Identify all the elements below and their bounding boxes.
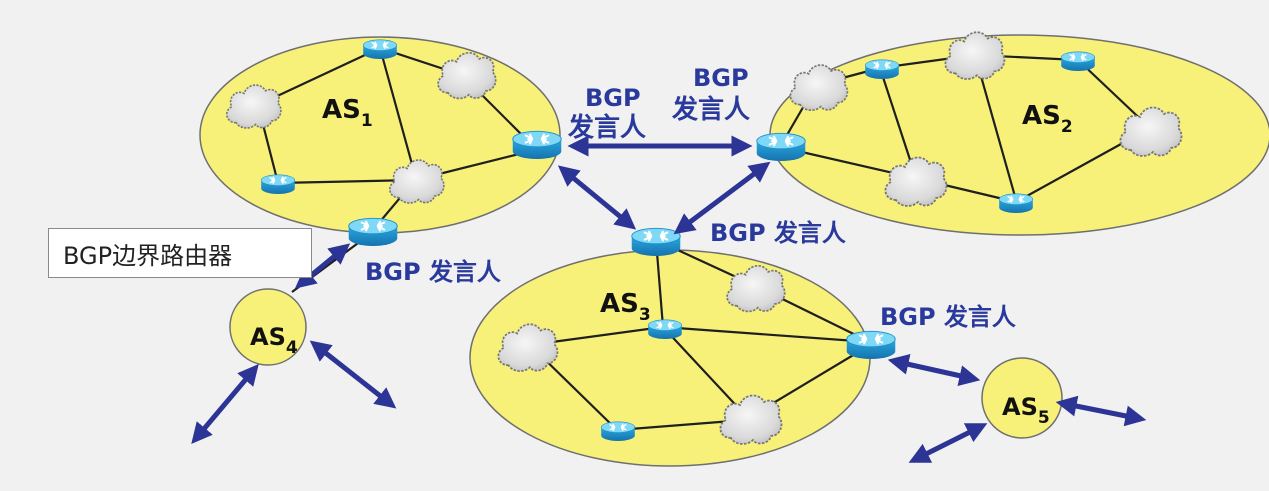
router-icon xyxy=(998,193,1034,214)
router-icon xyxy=(362,39,398,60)
router-icon xyxy=(600,421,636,442)
as3-right-speaker-label: BGP 发言人 xyxy=(880,303,1016,331)
bgp-speaker-router-icon xyxy=(630,227,682,258)
router-icon xyxy=(864,59,900,80)
as2-speaker-bgp-label: BGP xyxy=(693,64,749,92)
arrow-as4-out-left xyxy=(191,363,259,445)
as1-region xyxy=(199,36,561,234)
as1-speaker-bgp-label: BGP xyxy=(585,84,641,112)
bgp-speaker-router-icon xyxy=(755,132,807,163)
arrow-as1-as3 xyxy=(557,165,637,230)
bgp-speaker-router-icon xyxy=(511,130,563,161)
as2-speaker-role-label: 发言人 xyxy=(671,94,750,125)
bgp-border-router-callout: BGP边界路由器 xyxy=(48,228,312,278)
router-icon xyxy=(1060,51,1096,72)
cloud-icon xyxy=(789,64,849,112)
bgp-border-router-text: BGP边界路由器 xyxy=(63,241,233,270)
as3-top-speaker-label: BGP 发言人 xyxy=(710,219,846,247)
arrow-as4-out-right xyxy=(309,340,397,409)
bgp-speaker-router-icon xyxy=(845,330,897,361)
arrow-as5-out-left xyxy=(908,423,988,463)
router-icon xyxy=(647,319,683,340)
router-icon xyxy=(260,174,296,195)
as1-speaker-role-label: 发言人 xyxy=(567,112,646,143)
arrow-as3-as5 xyxy=(887,354,981,386)
arrow-as5-out-right xyxy=(1055,395,1147,427)
bgp-border-router-icon xyxy=(347,217,399,248)
as1-bottom-speaker-label: BGP 发言人 xyxy=(365,258,501,286)
